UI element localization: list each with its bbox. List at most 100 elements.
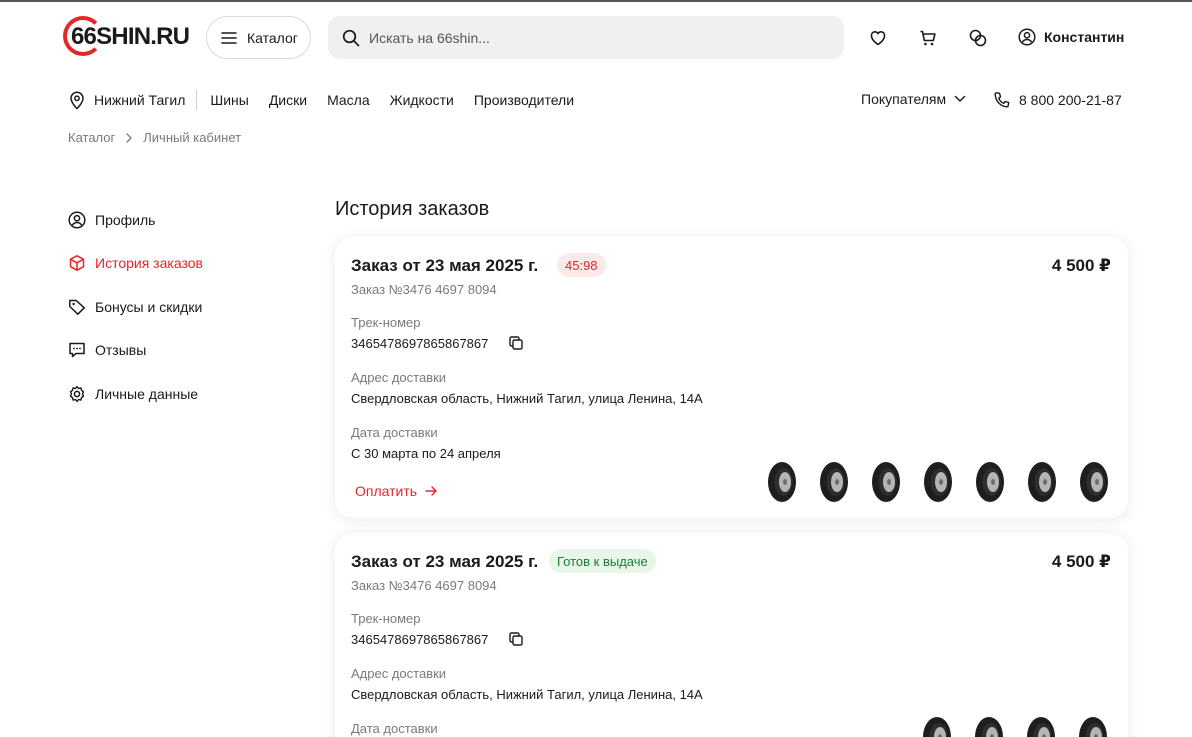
phone-number: 8 800 200-21-87 [1019,92,1122,108]
city-name: Нижний Тагил [94,92,186,108]
track-label: Трек-номер [351,315,421,330]
buyers-label: Покупателям [861,91,947,107]
nav-item-wheels[interactable]: Диски [269,92,307,108]
order-number: Заказ №3476 4697 8094 [351,282,497,297]
user-account[interactable]: Константин [1018,28,1124,46]
sidebar-item-label: Профиль [95,212,156,228]
delivery-date-label: Дата доставки [351,721,438,736]
header: 66SHIN.RU Каталог Константин [0,2,1192,74]
tire-image [820,462,848,502]
address-value: Свердловская область, Нижний Тагил, улиц… [351,391,703,406]
tire-thumbnail[interactable] [968,714,1010,737]
city-selector[interactable]: Нижний Тагил [68,90,198,110]
breadcrumb-current: Личный кабинет [143,130,242,145]
box-icon [69,255,85,272]
pay-label: Оплатить [355,483,418,499]
breadcrumb-catalog[interactable]: Каталог [68,130,115,145]
tire-image [1080,462,1108,502]
heart-icon[interactable] [868,28,888,48]
nav-item-fluids[interactable]: Жидкости [390,92,454,108]
phone-icon [994,92,1010,108]
buyers-dropdown[interactable]: Покупателям [861,91,966,107]
order-title: Заказ от 23 мая 2025 г. [351,552,539,571]
chevron-down-icon [954,95,966,103]
order-card[interactable]: Заказ от 23 мая 2025 г. Готов к выдаче 4… [335,533,1128,737]
sidebar: Профиль История заказов Бонусы и скидки … [68,209,288,426]
tire-thumbnail[interactable] [1021,459,1063,505]
sidebar-item-bonuses[interactable]: Бонусы и скидки [68,296,288,318]
sidebar-item-label: Отзывы [95,342,147,359]
track-value: 3465478697865867867 [351,632,489,647]
address-value: Свердловская область, Нижний Тагил, улиц… [351,687,703,702]
order-card[interactable]: Заказ от 23 мая 2025 г. 45:98 4 500 ₽ За… [335,237,1128,518]
tire-image [923,717,951,737]
sidebar-item-label: Личные данные [95,385,199,402]
order-items [761,459,1115,505]
tire-image [1027,717,1055,737]
catalog-label: Каталог [247,29,298,46]
nav-item-oils[interactable]: Масла [327,92,370,108]
tire-thumbnail[interactable] [865,459,907,505]
search-input[interactable] [369,29,809,46]
page-title: История заказов [335,198,490,220]
tire-image [976,462,1004,502]
tire-image [768,462,796,502]
tire-thumbnail[interactable] [1020,714,1062,737]
delivery-date-label: Дата доставки [351,425,438,440]
location-pin-icon [70,91,84,110]
address-label: Адрес доставки [351,666,447,681]
sidebar-item-orders[interactable]: История заказов [68,252,288,274]
sidebar-item-reviews[interactable]: Отзывы [68,339,288,361]
main-nav: Нижний Тагил Шины Диски Масла Жидкости П… [68,88,594,112]
logo[interactable]: 66SHIN.RU [63,16,193,58]
user-circle-icon [68,211,86,229]
nav-item-brands[interactable]: Производители [474,92,574,108]
copy-icon[interactable] [508,631,524,647]
tire-thumbnail[interactable] [761,459,803,505]
compare-icon[interactable] [968,28,988,48]
delivery-date-value: С 30 марта по 24 апреля [351,446,501,461]
order-number: Заказ №3476 4697 8094 [351,578,497,593]
gear-icon [69,385,85,402]
status-badge: 45:98 [557,253,606,277]
tag-icon [69,299,85,315]
copy-icon[interactable] [508,335,524,351]
sidebar-item-personal-data[interactable]: Личные данные [68,383,288,405]
order-price: 4 500 ₽ [1051,256,1111,275]
breadcrumb: Каталог Личный кабинет [68,130,241,145]
search-icon [342,29,360,46]
pay-button[interactable]: Оплатить [355,483,437,499]
tire-image [924,462,952,502]
user-circle-icon [1018,28,1036,46]
arrow-right-icon [425,486,437,496]
order-title: Заказ от 23 мая 2025 г. [351,256,539,275]
order-items [916,714,1114,737]
catalog-button[interactable]: Каталог [206,16,311,59]
sidebar-item-profile[interactable]: Профиль [68,209,288,231]
logo-text: 66SHIN.RU [71,23,190,50]
track-value: 3465478697865867867 [351,336,489,351]
tire-thumbnail[interactable] [917,459,959,505]
order-price: 4 500 ₽ [1051,552,1111,571]
cart-icon[interactable] [918,28,938,48]
tire-thumbnail[interactable] [916,714,958,737]
track-label: Трек-номер [351,611,421,626]
tire-image [1079,717,1107,737]
tire-thumbnail[interactable] [1073,459,1115,505]
status-badge: Готов к выдаче [549,549,656,573]
tire-thumbnail[interactable] [813,459,855,505]
sidebar-item-label: Бонусы и скидки [95,298,203,315]
search-bar [328,16,844,59]
tire-image [975,717,1003,737]
user-name: Константин [1044,29,1125,45]
chat-icon [69,342,85,358]
tire-image [872,462,900,502]
chevron-right-icon [126,132,133,143]
tire-thumbnail[interactable] [969,459,1011,505]
tire-image [1028,462,1056,502]
address-label: Адрес доставки [351,370,447,385]
phone-link[interactable]: 8 800 200-21-87 [993,91,1122,109]
menu-icon [221,31,237,44]
nav-item-tires[interactable]: Шины [210,92,248,108]
tire-thumbnail[interactable] [1072,714,1114,737]
